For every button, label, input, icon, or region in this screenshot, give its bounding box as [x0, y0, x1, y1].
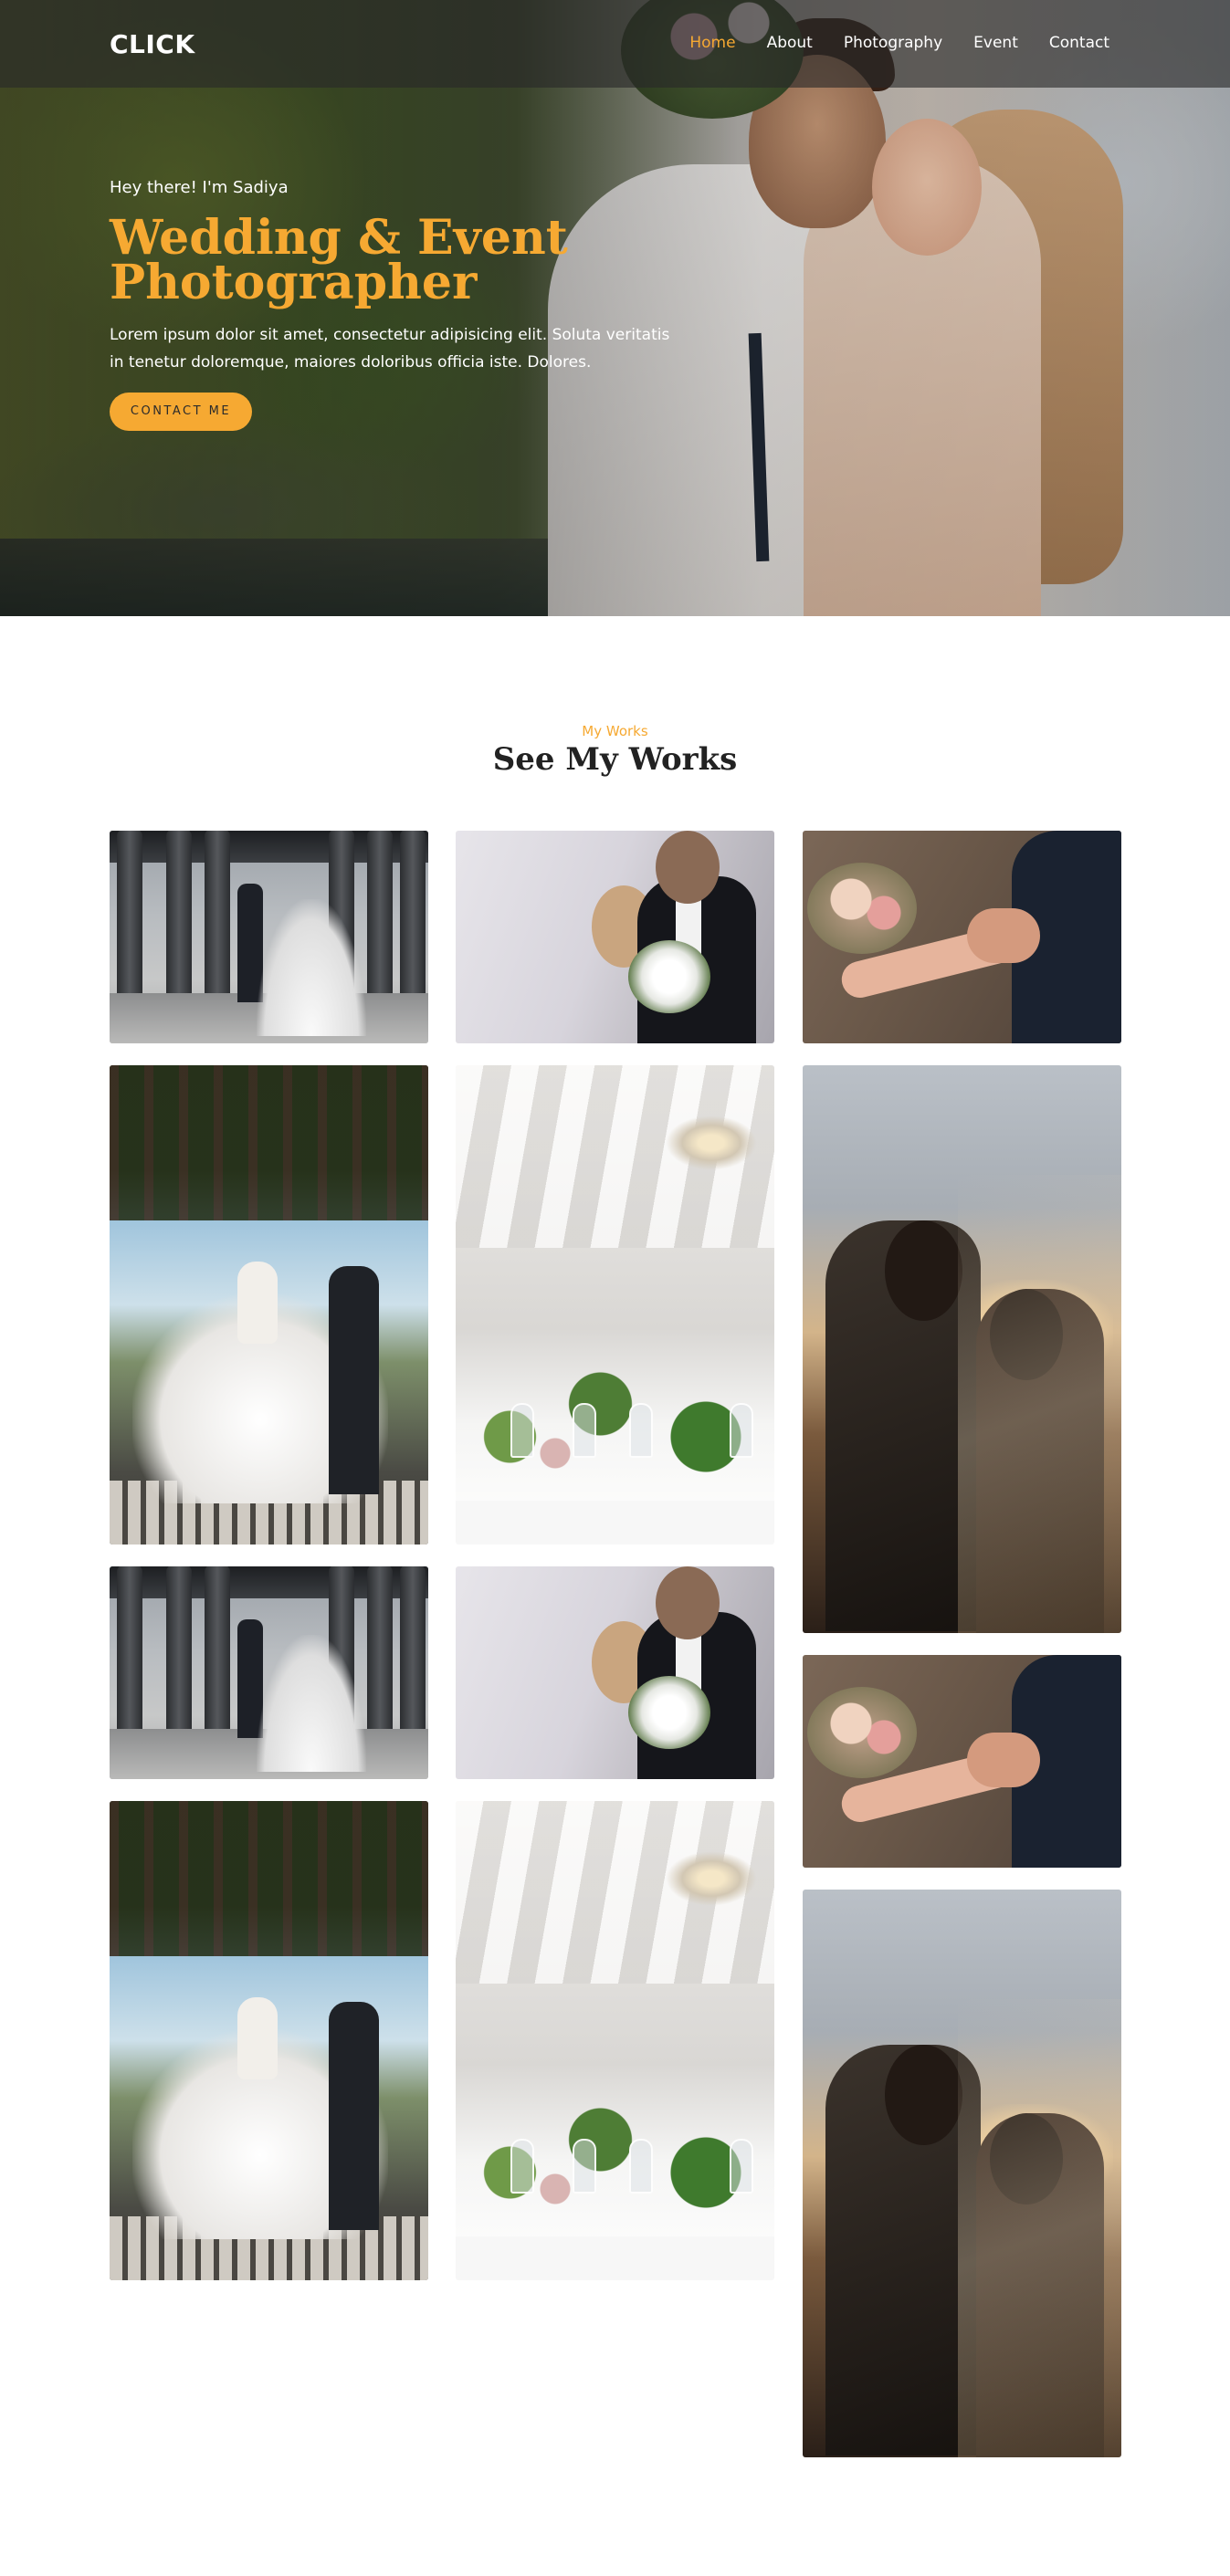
- gallery-photo-bridge-couple[interactable]: [110, 831, 428, 1043]
- chandelier: [666, 1115, 757, 1170]
- joined-hands: [967, 1733, 1040, 1787]
- gallery-photo-sunset-veil[interactable]: [803, 1890, 1121, 2457]
- hero-text-block: Hey there! I'm Sadiya Wedding & Event Ph…: [110, 178, 694, 431]
- white-bouquet: [628, 940, 710, 1013]
- hero-title: Wedding & Event Photographer: [110, 215, 694, 307]
- works-subtitle: My Works: [582, 723, 648, 739]
- nav-item-contact[interactable]: Contact: [1049, 34, 1109, 52]
- gallery-photo-garden-twirl[interactable]: [110, 1065, 428, 1545]
- hero-greeting: Hey there! I'm Sadiya: [110, 178, 289, 197]
- nav-item-event[interactable]: Event: [973, 34, 1018, 52]
- hero-description: Lorem ipsum dolor sit amet, consectetur …: [110, 326, 670, 372]
- table-cloth: [456, 2236, 774, 2280]
- bridge-column: [400, 1566, 426, 1738]
- top-navigation-bar: CLICK Home About Photography Event Conta…: [0, 0, 1230, 88]
- bride-bodice: [237, 1262, 278, 1344]
- table-cloth: [456, 1501, 774, 1545]
- wine-glass: [573, 2139, 596, 2194]
- bridge-column: [367, 1566, 393, 1738]
- bridal-bouquet: [807, 863, 917, 954]
- gallery-photo-reception-table[interactable]: [456, 1065, 774, 1545]
- hero-title-line2: Photographer: [110, 255, 478, 310]
- nav-item-photography[interactable]: Photography: [844, 34, 942, 52]
- gallery-photo-sunset-veil[interactable]: [803, 1065, 1121, 1633]
- bride-dress: [256, 899, 366, 1036]
- main-nav: Home About Photography Event Contact: [689, 34, 1109, 52]
- wine-glass: [730, 2139, 753, 2194]
- gallery-photo-bridge-couple[interactable]: [110, 1566, 428, 1779]
- works-title: See My Works: [492, 741, 738, 778]
- groom-suit: [329, 1266, 379, 1494]
- groom-suit: [329, 2002, 379, 2230]
- wine-glass: [629, 1403, 653, 1458]
- gallery-photo-holding-hands[interactable]: [803, 831, 1121, 1043]
- gallery-photo-bouquet-kiss[interactable]: [456, 1566, 774, 1779]
- garden-pergola: [110, 1801, 428, 1956]
- bride-dress: [256, 1635, 366, 1772]
- bridge-column: [117, 1566, 142, 1738]
- white-bouquet: [628, 1676, 710, 1749]
- bridge-column: [400, 831, 426, 1002]
- joined-hands: [967, 908, 1040, 963]
- bridge-column: [166, 831, 192, 1002]
- nav-item-about[interactable]: About: [767, 34, 813, 52]
- garden-pergola: [110, 1065, 428, 1220]
- wine-glass: [730, 1403, 753, 1458]
- chandelier: [666, 1851, 757, 1906]
- bridal-bouquet: [807, 1687, 917, 1778]
- gallery-photo-garden-twirl[interactable]: [110, 1801, 428, 2280]
- gallery-photo-reception-table[interactable]: [456, 1801, 774, 2280]
- gallery-photo-bouquet-kiss[interactable]: [456, 831, 774, 1043]
- bridge-column: [205, 1566, 230, 1738]
- bridge-column: [205, 831, 230, 1002]
- groom-head: [656, 831, 720, 904]
- bride-bodice: [237, 1997, 278, 2079]
- groom-head: [885, 2045, 962, 2145]
- nav-item-home[interactable]: Home: [689, 34, 735, 52]
- groom-head: [885, 1220, 962, 1321]
- bridge-column: [117, 831, 142, 1002]
- bridge-column: [367, 831, 393, 1002]
- wine-glass: [573, 1403, 596, 1458]
- contact-me-button[interactable]: CONTACT ME: [110, 393, 252, 431]
- wine-glass: [510, 2139, 534, 2194]
- bridge-column: [166, 1566, 192, 1738]
- groom-head: [656, 1566, 720, 1639]
- gallery-photo-holding-hands[interactable]: [803, 1655, 1121, 1868]
- site-logo[interactable]: CLICK: [110, 29, 195, 59]
- wine-glass: [510, 1403, 534, 1458]
- hero-section: Hey there! I'm Sadiya Wedding & Event Ph…: [0, 0, 1230, 616]
- bridal-veil: [958, 1999, 1121, 2457]
- bridal-veil: [958, 1175, 1121, 1633]
- wine-glass: [629, 2139, 653, 2194]
